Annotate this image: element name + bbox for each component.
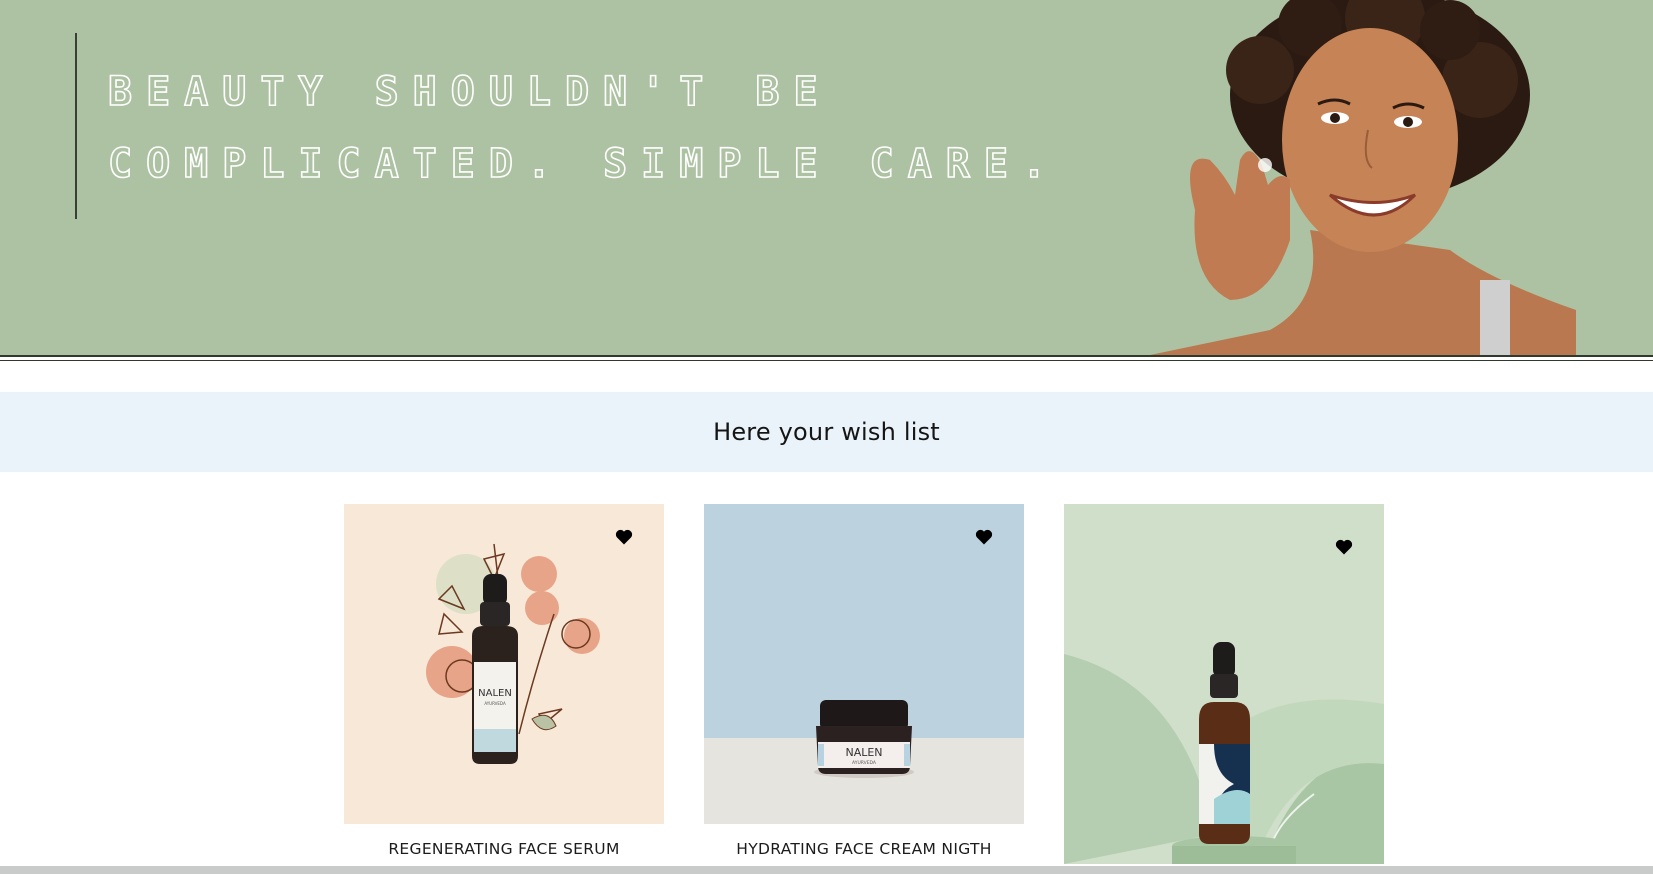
svg-text:NALEN: NALEN (478, 688, 512, 699)
horizontal-scrollbar[interactable] (0, 866, 1653, 874)
product-card[interactable]: NALEN AYURVEDA HYDRATING FACE CREAM NIGT… (704, 504, 1024, 858)
svg-text:NALEN: NALEN (845, 746, 882, 759)
product-card[interactable]: NALEN AYURVEDA REGENERATING FACE SERUM (344, 504, 664, 858)
favorite-heart-icon[interactable] (974, 527, 994, 547)
wishlist-title: Here your wish list (713, 418, 940, 446)
svg-text:AYURVEDA: AYURVEDA (484, 701, 506, 706)
hero-headline: BEAUTY SHOULDN'T BE COMPLICATED. SIMPLE … (107, 68, 1061, 188)
favorite-heart-icon[interactable] (1334, 537, 1354, 557)
product-image[interactable]: NALEN AYURVEDA (344, 504, 664, 824)
product-image[interactable] (1064, 504, 1384, 864)
hero-banner: BEAUTY SHOULDN'T BE COMPLICATED. SIMPLE … (0, 0, 1653, 355)
product-name[interactable]: REGENERATING FACE SERUM (344, 840, 664, 858)
hero-divider (0, 355, 1653, 361)
product-card[interactable] (1064, 504, 1384, 864)
hero-accent-line (75, 33, 77, 219)
svg-text:AYURVEDA: AYURVEDA (852, 760, 877, 766)
wishlist-header: Here your wish list (0, 392, 1653, 472)
product-image[interactable]: NALEN AYURVEDA (704, 504, 1024, 824)
hero-model-image (1150, 0, 1576, 355)
favorite-heart-icon[interactable] (614, 527, 634, 547)
product-name[interactable]: HYDRATING FACE CREAM NIGTH (704, 840, 1024, 858)
